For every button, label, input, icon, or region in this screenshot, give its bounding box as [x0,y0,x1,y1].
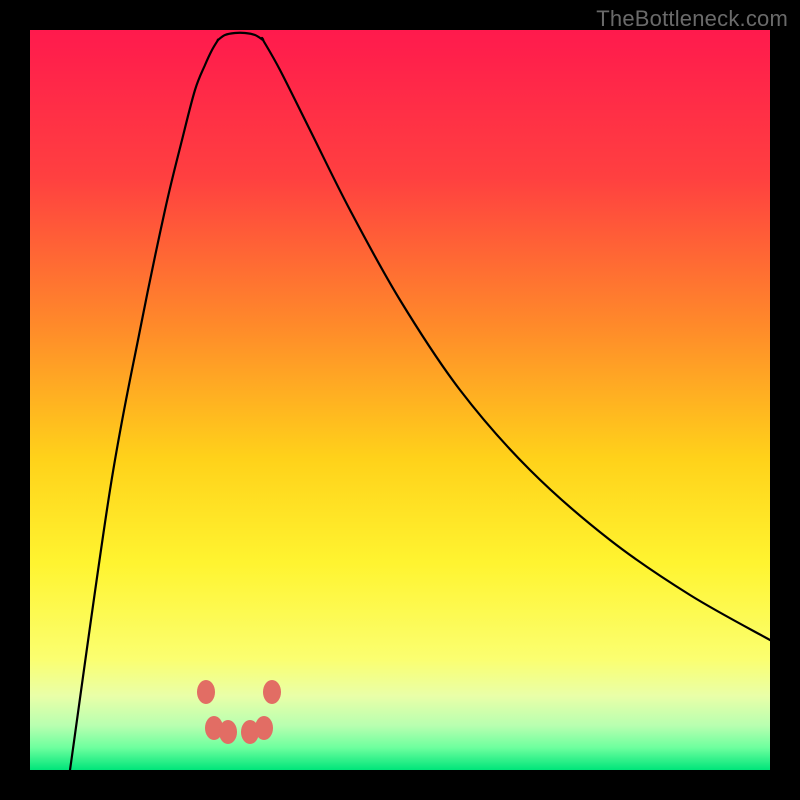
valley-marker [197,680,215,704]
bottleneck-chart [30,30,770,770]
valley-marker [263,680,281,704]
valley-marker [255,716,273,740]
gradient-background [30,30,770,770]
watermark-text: TheBottleneck.com [596,6,788,32]
chart-frame [30,30,770,770]
valley-marker [219,720,237,744]
